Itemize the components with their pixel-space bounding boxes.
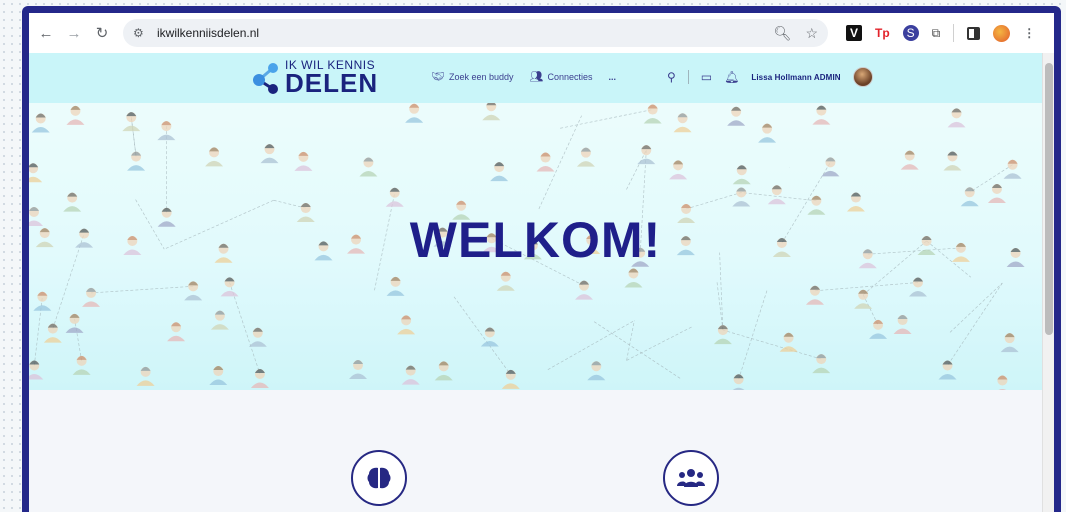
- header-divider: [687, 70, 689, 84]
- forward-arrow-icon[interactable]: →: [63, 22, 85, 44]
- share-network-icon: [253, 63, 278, 94]
- main-nav: 🤝︎ Zoek een buddy 👥︎ Connecties ...: [431, 70, 616, 83]
- extensions-puzzle-icon[interactable]: ⧉: [932, 26, 941, 41]
- bookmark-star-icon[interactable]: ☆: [805, 25, 818, 42]
- nav-label: Connecties: [547, 71, 593, 82]
- side-panel-icon[interactable]: [967, 26, 981, 40]
- nav-more[interactable]: ...: [609, 72, 617, 82]
- url-text[interactable]: ikwilkenniisdelen.nl: [157, 26, 259, 40]
- toolbar-divider: [953, 24, 955, 42]
- feature-brain-button[interactable]: [351, 450, 407, 506]
- site-logo[interactable]: IK WIL KENNIS DELEN: [251, 59, 379, 98]
- header-actions: ⚲ ▭ 🔔︎ Lissa Hollmann ADMIN: [667, 67, 873, 87]
- nav-connecties[interactable]: 👥︎ Connecties: [530, 70, 593, 83]
- hero-banner: WELKOM!: [29, 103, 1042, 390]
- zoom-icon[interactable]: 🔍︎: [774, 25, 792, 42]
- extension-tp-icon[interactable]: Tp: [875, 26, 890, 40]
- back-arrow-icon[interactable]: ←: [35, 22, 57, 44]
- address-bar[interactable]: ⚙ ikwilkenniisdelen.nl 🔍︎ ☆: [123, 19, 828, 47]
- extension-s-icon[interactable]: S: [902, 25, 919, 41]
- profile-avatar-icon[interactable]: [993, 24, 1011, 42]
- brain-icon: [367, 467, 391, 489]
- extension-v-icon[interactable]: V: [846, 25, 862, 41]
- handshake-icon: 🤝︎: [431, 71, 445, 83]
- site-header: IK WIL KENNIS DELEN 🤝︎ Zoek een buddy 👥︎…: [29, 53, 1042, 103]
- reload-icon[interactable]: ↻: [91, 22, 113, 44]
- browser-menu-icon[interactable]: ⋮: [1023, 26, 1035, 40]
- people-icon: 👥︎: [529, 71, 544, 83]
- nav-label: ...: [608, 71, 617, 82]
- hero-title: WELKOM!: [409, 212, 662, 268]
- bell-icon[interactable]: 🔔︎: [724, 70, 739, 84]
- user-avatar[interactable]: [852, 67, 873, 87]
- users-icon: [677, 469, 705, 487]
- search-icon[interactable]: ⚲: [667, 70, 676, 84]
- page-viewport: IK WIL KENNIS DELEN 🤝︎ Zoek een buddy 👥︎…: [29, 53, 1054, 512]
- nav-label: Zoek een buddy: [448, 71, 514, 82]
- scrollbar-thumb[interactable]: [1045, 63, 1053, 335]
- browser-frame: ← → ↻ ⚙ ikwilkenniisdelen.nl 🔍︎ ☆ V Tp S…: [22, 6, 1061, 512]
- page-scrollbar[interactable]: [1042, 53, 1054, 512]
- logo-line-2: DELEN: [285, 68, 379, 98]
- user-name[interactable]: Lissa Hollmann ADMIN: [751, 73, 840, 82]
- nav-zoek-een-buddy[interactable]: 🤝︎ Zoek een buddy: [431, 70, 514, 83]
- browser-toolbar: ← → ↻ ⚙ ikwilkenniisdelen.nl 🔍︎ ☆ V Tp S…: [29, 13, 1054, 53]
- feature-users-button[interactable]: [663, 450, 719, 506]
- inbox-icon[interactable]: ▭: [701, 70, 712, 84]
- site-info-icon[interactable]: ⚙: [133, 26, 151, 40]
